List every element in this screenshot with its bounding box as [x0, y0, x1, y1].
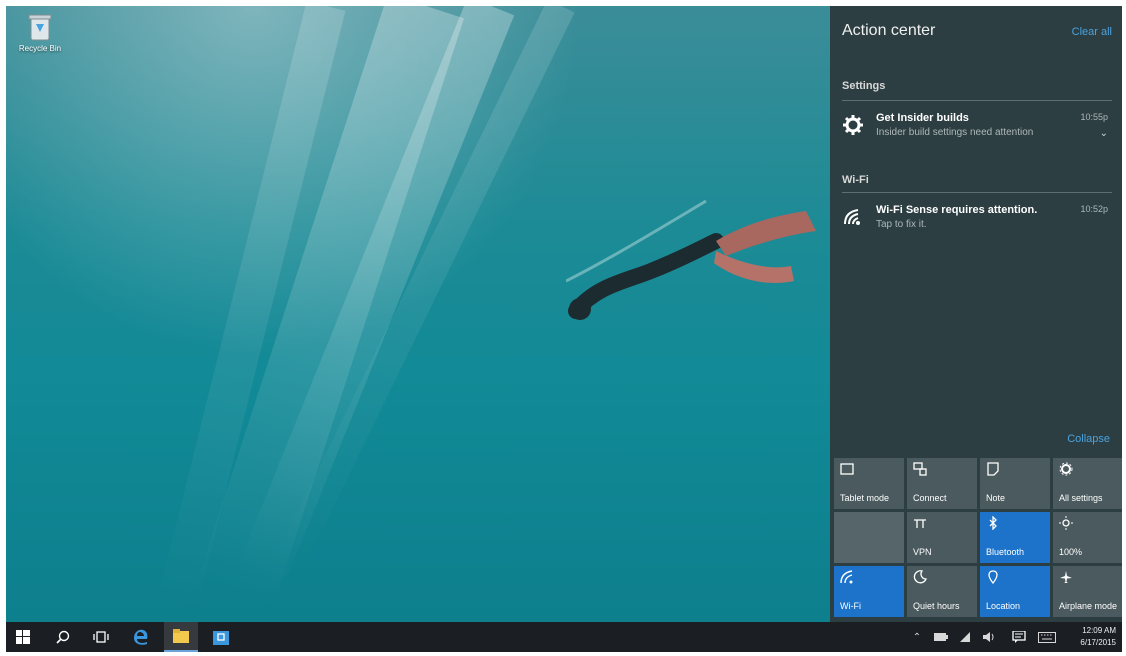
taskbar-app-file-explorer[interactable] — [164, 622, 198, 652]
windows-logo-icon — [16, 630, 30, 644]
quick-action-note[interactable]: Note — [980, 458, 1050, 509]
network-icon[interactable] — [958, 631, 972, 643]
collapse-link[interactable]: Collapse — [1067, 433, 1110, 445]
desktop-wallpaper — [6, 6, 830, 622]
divider — [842, 100, 1112, 101]
quick-action-label: 100% — [1059, 547, 1083, 557]
divider — [842, 192, 1112, 193]
bluetooth-icon — [986, 515, 1000, 531]
quick-action-vpn[interactable]: VPN — [907, 512, 977, 563]
action-center-icon[interactable] — [1012, 631, 1026, 643]
quick-action-label: Connect — [913, 493, 947, 503]
notification-title: Get Insider builds — [876, 112, 969, 124]
recycle-bin-icon — [27, 12, 53, 42]
wifi-sense-icon — [842, 206, 864, 228]
quick-action-label: Note — [986, 493, 1006, 503]
battery-icon[interactable] — [934, 631, 948, 643]
quick-action-brightness[interactable]: 100% — [1053, 512, 1122, 563]
clear-all-link[interactable]: Clear all — [1072, 26, 1112, 38]
taskbar-clock[interactable]: 12:09 AM 6/17/2015 — [1080, 625, 1116, 649]
search-button[interactable] — [46, 622, 80, 652]
quick-action-label: Airplane mode — [1059, 601, 1118, 611]
clock-time: 12:09 AM — [1082, 626, 1116, 635]
store-icon — [213, 631, 229, 645]
clock-date: 6/17/2015 — [1080, 638, 1116, 647]
quick-action-bluetooth[interactable]: Bluetooth — [980, 512, 1050, 563]
taskbar-app-store[interactable] — [204, 622, 238, 652]
notification-time: 10:55p — [1080, 112, 1108, 122]
task-view-icon — [93, 631, 109, 643]
start-button[interactable] — [6, 622, 40, 652]
quick-action-quiet-hours[interactable]: Quiet hours — [907, 566, 977, 617]
notification-wifi-sense[interactable]: Wi-Fi Sense requires attention. Tap to f… — [840, 200, 1112, 244]
location-icon — [986, 570, 1000, 585]
quick-action-all-settings[interactable]: All settings — [1053, 458, 1122, 509]
diver-image — [566, 199, 816, 320]
moon-icon — [913, 570, 927, 584]
chevron-down-icon[interactable]: ⌄ — [1100, 128, 1108, 139]
quick-action-wifi[interactable]: Wi-Fi — [834, 566, 904, 617]
brightness-icon — [1059, 516, 1073, 530]
notification-time: 10:52p — [1080, 204, 1108, 214]
touch-keyboard-icon[interactable] — [1038, 631, 1056, 643]
vpn-icon — [913, 516, 927, 530]
taskbar: ⌃ 12:09 AM 6/17/2015 — [6, 622, 1122, 652]
show-hidden-icons-chevron-icon[interactable]: ⌃ — [910, 631, 924, 643]
gear-icon — [842, 114, 864, 136]
volume-icon[interactable] — [982, 631, 996, 643]
quick-actions-grid: Tablet mode Connect Note All settings VP… — [834, 458, 1122, 622]
note-icon — [986, 462, 1000, 476]
notification-insider-builds[interactable]: Get Insider builds Insider build setting… — [840, 108, 1112, 152]
wifi-icon — [840, 570, 854, 584]
action-center-title: Action center — [842, 22, 936, 39]
quick-action-label: Wi-Fi — [840, 601, 861, 611]
recycle-bin-label: Recycle Bin — [18, 44, 62, 53]
notification-group-wifi[interactable]: Wi-Fi — [842, 174, 869, 186]
desktop-screen: Recycle Bin Action center Clear all Sett… — [6, 6, 1122, 652]
gear-icon — [1059, 462, 1073, 476]
quick-action-label: VPN — [913, 547, 932, 557]
airplane-icon — [1059, 570, 1073, 584]
quick-action-airplane-mode[interactable]: Airplane mode — [1053, 566, 1122, 617]
tablet-mode-icon — [840, 462, 854, 476]
search-icon — [56, 630, 70, 644]
file-explorer-icon — [173, 629, 189, 643]
notification-title: Wi-Fi Sense requires attention. — [876, 204, 1038, 216]
quick-action-label: Quiet hours — [913, 601, 960, 611]
quick-action-label: Location — [986, 601, 1021, 611]
connect-icon — [913, 462, 927, 476]
quick-action-location[interactable]: Location — [980, 566, 1050, 617]
recycle-bin-shortcut[interactable]: Recycle Bin — [14, 12, 66, 53]
edge-browser-icon — [134, 629, 148, 645]
notification-group-settings[interactable]: Settings — [842, 80, 885, 92]
quick-action-label: All settings — [1059, 493, 1103, 503]
quick-action-label: Tablet mode — [840, 493, 890, 503]
quick-action-connect[interactable]: Connect — [907, 458, 977, 509]
task-view-button[interactable] — [84, 622, 118, 652]
quick-action-tablet-mode[interactable]: Tablet mode — [834, 458, 904, 509]
quick-action-label: Bluetooth — [986, 547, 1025, 557]
taskbar-app-edge[interactable] — [124, 622, 158, 652]
action-center-panel: Action center Clear all Settings Get Ins… — [830, 6, 1122, 622]
notification-body: Tap to fix it. — [876, 219, 927, 230]
notification-body: Insider build settings need attention — [876, 127, 1034, 138]
quick-action-empty — [834, 512, 904, 563]
